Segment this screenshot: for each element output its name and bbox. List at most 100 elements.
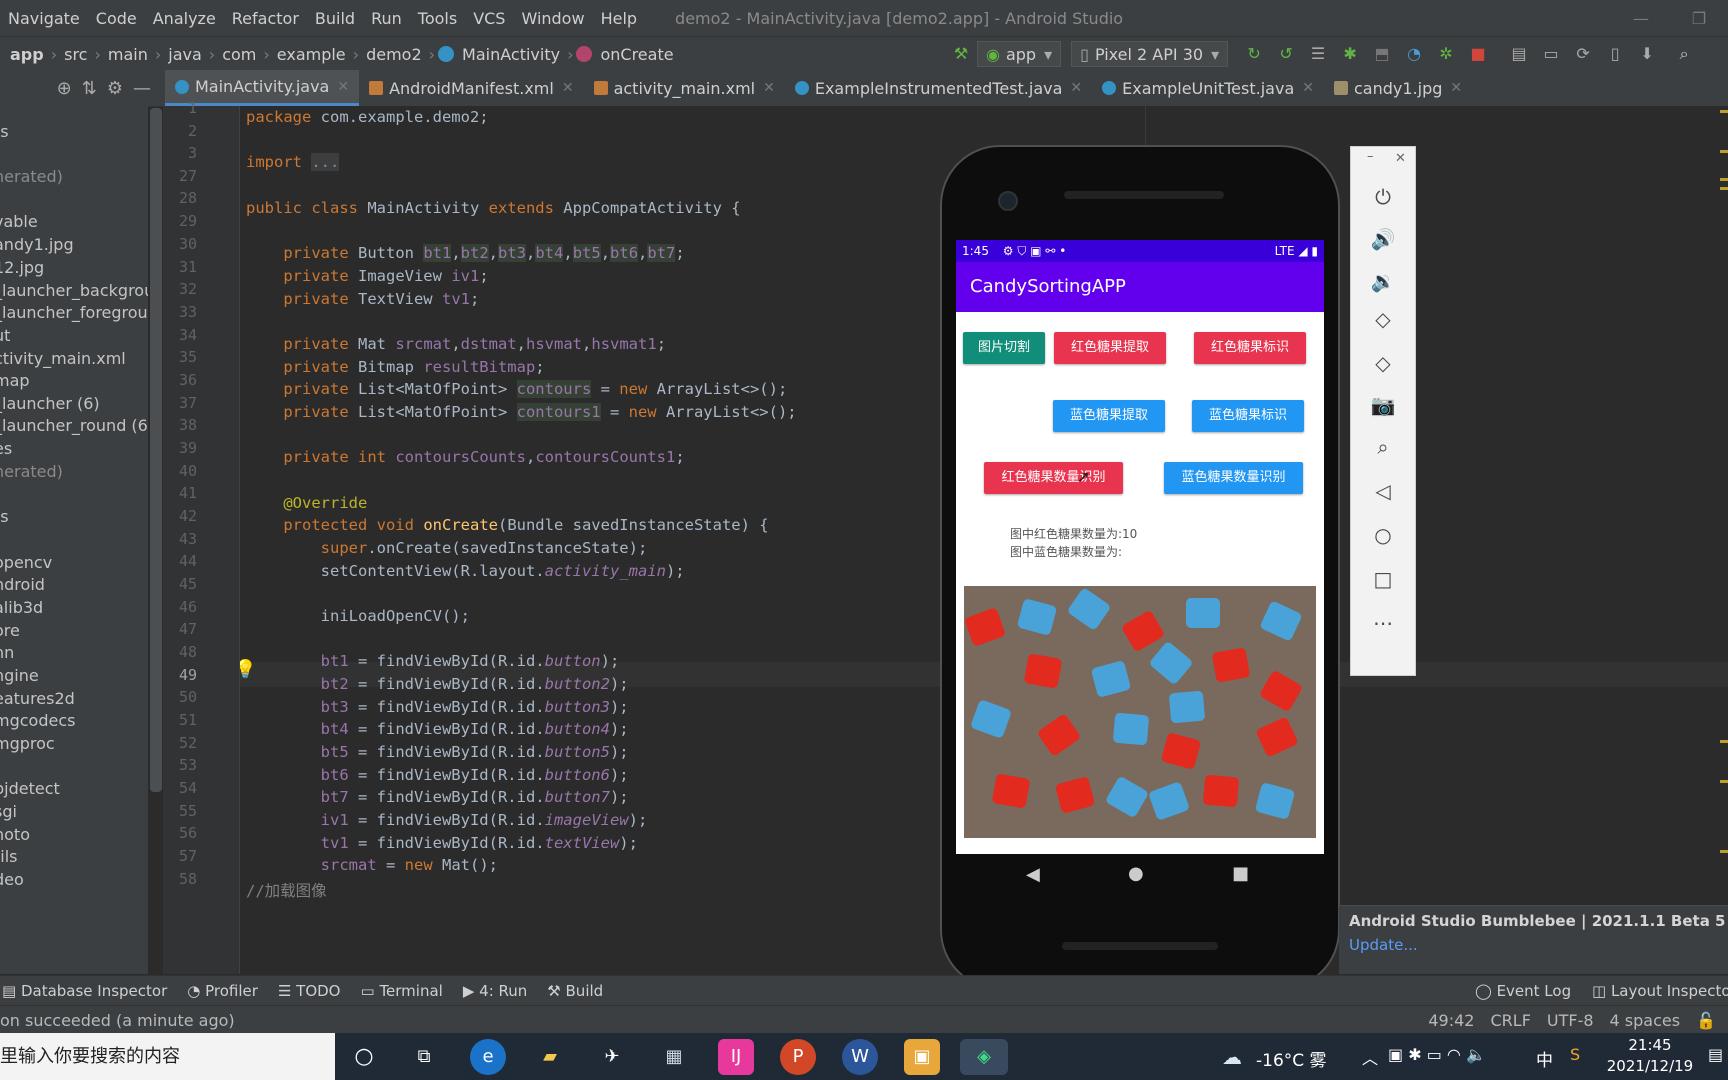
emulator-minimize-icon[interactable]: – xyxy=(1351,149,1431,164)
menu-analyze[interactable]: Analyze xyxy=(145,9,224,28)
home-icon[interactable]: ○ xyxy=(1351,523,1415,547)
app-icon-bird[interactable]: ✈ xyxy=(594,1039,630,1075)
camera-icon[interactable]: 📷 xyxy=(1351,393,1415,417)
menu-vcs[interactable]: VCS xyxy=(465,9,513,28)
project-tree-item[interactable]: nn xyxy=(0,640,14,665)
close-icon[interactable]: ✕ xyxy=(1302,80,1314,96)
power-icon[interactable]: ⏻ xyxy=(1351,185,1415,209)
taskbar-search-input[interactable]: 里输入你要搜索的内容 xyxy=(0,1033,335,1080)
project-tree-item[interactable]: ndroid xyxy=(0,572,45,597)
menu-window[interactable]: Window xyxy=(513,9,592,28)
project-tree-item[interactable]: mgcodecs xyxy=(0,708,75,733)
apply-changes-restart-icon[interactable]: ↻ xyxy=(1243,43,1265,65)
event-log-button[interactable]: ◯ Event Log xyxy=(1475,982,1571,1000)
target-icon[interactable]: ⊕ xyxy=(57,78,72,99)
close-icon[interactable]: ✕ xyxy=(337,79,349,95)
project-tree-item[interactable]: 12.jpg xyxy=(0,255,44,280)
volume-down-icon[interactable]: 🔉 xyxy=(1351,269,1415,293)
project-tree-item[interactable]: deo xyxy=(0,867,24,892)
zoom-icon[interactable]: ⌕ xyxy=(1351,435,1415,459)
project-tree-item[interactable]: alib3d xyxy=(0,595,43,620)
line-separator[interactable]: CRLF xyxy=(1490,1011,1530,1030)
breadcrumb-java[interactable]: java xyxy=(164,45,206,64)
project-tree-item[interactable]: mgproc xyxy=(0,731,55,756)
update-link[interactable]: Update... xyxy=(1349,936,1418,954)
tab-exampleinstrumentedtest[interactable]: ExampleInstrumentedTest.java ✕ xyxy=(785,70,1092,106)
minimize-icon[interactable]: — xyxy=(1612,9,1670,28)
red-candy-mark-button[interactable]: 红色糖果标识 xyxy=(1194,332,1306,364)
tab-activity-main[interactable]: activity_main.xml ✕ xyxy=(584,70,785,106)
layout-icon[interactable]: ▭ xyxy=(1540,43,1562,65)
image-cut-button[interactable]: 图片切割 xyxy=(963,332,1045,364)
sogou-icon[interactable]: S xyxy=(1570,1045,1580,1064)
breadcrumb-demo2[interactable]: demo2 xyxy=(362,45,426,64)
hammer-icon[interactable]: ⚒ xyxy=(950,43,972,65)
profiler-button[interactable]: ◔ Profiler xyxy=(187,982,258,1000)
more-icon[interactable]: ⋯ xyxy=(1351,611,1415,635)
phone-screen[interactable]: 1:45 ⚙ ⛉ ▣ ⚯ • LTE ◢ ▮ CandySortingAPP 图… xyxy=(956,240,1324,854)
word-icon[interactable]: W xyxy=(842,1039,878,1075)
search-icon[interactable]: ⌕ xyxy=(1673,43,1695,65)
rotate-right-icon[interactable]: ◇ xyxy=(1351,351,1415,375)
android-studio-icon[interactable]: ◈ xyxy=(960,1039,1008,1075)
calculator-icon[interactable]: ▦ xyxy=(656,1039,692,1075)
powerpoint-icon[interactable]: P xyxy=(780,1039,816,1075)
weather-text[interactable]: -16°C 雾 xyxy=(1256,1046,1327,1071)
breadcrumb-example[interactable]: example xyxy=(273,45,350,64)
project-tree-item[interactable]: map xyxy=(0,368,30,393)
blue-candy-extract-button[interactable]: 蓝色糖果提取 xyxy=(1053,400,1165,432)
tray-chevron-up-icon[interactable]: ︿ xyxy=(1362,1045,1378,1069)
project-tree-item[interactable]: es xyxy=(0,436,12,461)
notification-center-icon[interactable]: ▤ xyxy=(1708,1045,1723,1064)
project-tree-item[interactable]: ts xyxy=(0,119,9,144)
project-tree-item[interactable]: _launcher_foreground xyxy=(0,300,148,325)
breadcrumb-mainactivity[interactable]: MainActivity xyxy=(458,45,564,64)
project-tree-item[interactable]: andy1.jpg xyxy=(0,232,74,257)
close-icon[interactable]: ✕ xyxy=(562,80,574,96)
menu-run[interactable]: Run xyxy=(363,9,410,28)
warning-marker[interactable] xyxy=(1720,187,1728,190)
indent-setting[interactable]: 4 spaces xyxy=(1610,1011,1681,1030)
photos-icon[interactable]: ▣ xyxy=(904,1039,940,1075)
project-tree-item[interactable]: vable xyxy=(0,209,38,234)
breadcrumb-app[interactable]: app xyxy=(6,45,48,64)
blue-candy-mark-button[interactable]: 蓝色糖果标识 xyxy=(1192,400,1304,432)
volume-up-icon[interactable]: 🔊 xyxy=(1351,227,1415,251)
lock-icon[interactable]: 🔓 xyxy=(1696,1011,1716,1030)
debug-icon[interactable]: ✱ xyxy=(1339,43,1361,65)
collapse-all-icon[interactable]: ⇅ xyxy=(82,78,97,99)
breadcrumb-oncreate[interactable]: onCreate xyxy=(596,45,677,64)
project-tree-item[interactable]: nerated) xyxy=(0,164,63,189)
hide-icon[interactable]: — xyxy=(133,78,151,99)
warning-marker[interactable] xyxy=(1720,150,1728,153)
stop-icon[interactable]: ■ xyxy=(1467,43,1489,65)
project-tree-item[interactable]: ngine xyxy=(0,663,39,688)
sdk-manager-icon[interactable]: ⬇ xyxy=(1636,43,1658,65)
overview-icon[interactable]: □ xyxy=(1351,567,1415,591)
task-view-icon[interactable]: ⧉ xyxy=(406,1039,442,1075)
back-icon[interactable]: ◁ xyxy=(1351,479,1415,503)
device-select[interactable]: ▯ Pixel 2 API 30 ▾ xyxy=(1071,41,1229,67)
build-button[interactable]: ⚒ Build xyxy=(547,982,603,1000)
tab-androidmanifest[interactable]: AndroidManifest.xml ✕ xyxy=(359,70,583,106)
file-encoding[interactable]: UTF-8 xyxy=(1547,1011,1594,1030)
warning-marker[interactable] xyxy=(1720,740,1728,743)
avd-manager-icon[interactable]: ▯ xyxy=(1604,43,1626,65)
project-tree-item[interactable]: _launcher_round (6) xyxy=(0,413,148,438)
tab-exampleunittest[interactable]: ExampleUnitTest.java ✕ xyxy=(1092,70,1324,106)
run-config-select[interactable]: ◉ app ▾ xyxy=(977,41,1062,67)
breadcrumb-com[interactable]: com xyxy=(218,45,260,64)
intellij-icon[interactable]: IJ xyxy=(718,1039,754,1075)
todo-button[interactable]: ☰ TODO xyxy=(278,982,341,1000)
warning-marker[interactable] xyxy=(1720,850,1728,853)
attach-icon[interactable]: ✲ xyxy=(1435,43,1457,65)
tray-icons[interactable]: ▣ ✱ ▭ ◠ 🔈 xyxy=(1388,1045,1486,1064)
clock-time[interactable]: 21:45 xyxy=(1610,1036,1690,1054)
database-inspector-button[interactable]: ▤ Database Inspector xyxy=(2,982,167,1000)
project-tree-item[interactable]: bjdetect xyxy=(0,776,60,801)
breadcrumb-main[interactable]: main xyxy=(104,45,152,64)
menu-build[interactable]: Build xyxy=(307,9,363,28)
recents-icon[interactable]: ■ xyxy=(1232,863,1249,884)
project-tree-item[interactable]: ut xyxy=(0,323,10,348)
back-icon[interactable]: ◀ xyxy=(1026,864,1040,885)
